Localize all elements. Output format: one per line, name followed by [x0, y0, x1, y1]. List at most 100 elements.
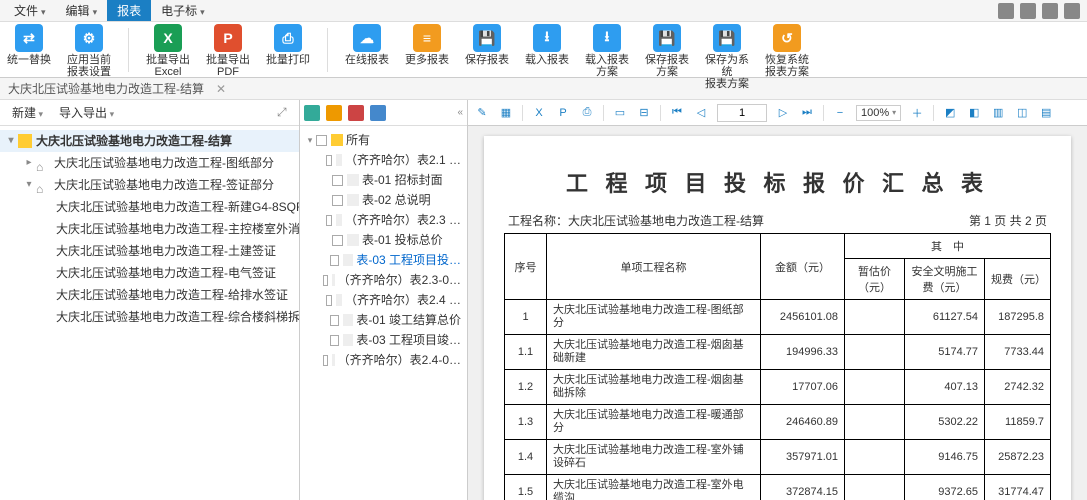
project-tree[interactable]: ▾大庆北压试验基地电力改造工程-结算▸⌂大庆北压试验基地电力改造工程-图纸部分▾… — [0, 126, 299, 500]
tree-node[interactable]: 大庆北压试验基地电力改造工程-新建G4-8SQF化… — [0, 196, 299, 218]
export-pdf-icon[interactable]: P — [555, 105, 571, 121]
zoom-select[interactable]: 100%▾ — [856, 105, 901, 121]
expand-icon[interactable]: ⤢ — [277, 105, 293, 121]
ribbon-在线报表[interactable]: ☁在线报表 — [344, 24, 390, 66]
report-item[interactable]: （齐齐哈尔）表2.4 … — [302, 290, 465, 310]
th-amount: 金额（元） — [761, 234, 845, 300]
report-item[interactable]: （齐齐哈尔）表2.3-0… — [302, 270, 465, 290]
report-item[interactable]: （齐齐哈尔）表2.4-0… — [302, 350, 465, 370]
project-tree-panel: 新建 导入导出 ⤢ ▾大庆北压试验基地电力改造工程-结算▸⌂大庆北压试验基地电力… — [0, 100, 300, 500]
report-item[interactable]: 表-01 招标封面 — [302, 170, 465, 190]
report-item[interactable]: 表-03 工程项目竣… — [302, 330, 465, 350]
table-row: 1.1大庆北压试验基地电力改造工程-烟囱基础新建194996.335174.77… — [505, 335, 1051, 370]
mid-toolbar: « — [300, 100, 467, 126]
close-tab-icon[interactable]: ✕ — [216, 82, 226, 96]
ribbon-批量导出[interactable]: P批量导出PDF — [205, 24, 251, 78]
ribbon-恢复系统[interactable]: ↺恢复系统报表方案 — [764, 24, 810, 78]
settings-icon[interactable] — [1020, 3, 1036, 19]
project-name-line: 工程名称：大庆北压试验基地电力改造工程-结算 — [508, 212, 764, 229]
menu-edit[interactable]: 编辑 — [56, 0, 108, 21]
tree-node[interactable]: 大庆北压试验基地电力改造工程-综合楼斜梯拆除… — [0, 306, 299, 328]
menu-file[interactable]: 文件 — [4, 0, 56, 21]
th-c3: 规费（元） — [985, 259, 1051, 300]
ribbon: ⇄统一替换 ⚙应用当前报表设置 X批量导出Excel P批量导出PDF ⎙批量打印 ☁在线… — [0, 22, 1087, 78]
first-page-icon[interactable]: ⏮ — [669, 105, 685, 121]
config-icon[interactable] — [370, 105, 386, 121]
tree-node[interactable]: 大庆北压试验基地电力改造工程-土建签证 — [0, 240, 299, 262]
header-footer-icon[interactable]: ⊟ — [636, 105, 652, 121]
preview-toolbar: ✎ ▦ X P ⎙ ▭ ⊟ ⏮ ◁ ▷ ⏭ − 100%▾ ＋ ◩ ◧ ▥ ◫ … — [468, 100, 1087, 126]
copy-icon[interactable] — [326, 105, 342, 121]
ribbon-更多报表[interactable]: ≡更多报表 — [404, 24, 450, 66]
delete-icon[interactable] — [348, 105, 364, 121]
report-item[interactable]: 表-02 总说明 — [302, 190, 465, 210]
document-tab-title[interactable]: 大庆北压试验基地电力改造工程-结算 — [8, 80, 204, 97]
th-name: 单项工程名称 — [547, 234, 761, 300]
ribbon-保存为系统[interactable]: 💾保存为系统报表方案 — [704, 24, 750, 90]
zoom-out-icon[interactable]: − — [832, 105, 848, 121]
tree-node[interactable]: ▾⌂大庆北压试验基地电力改造工程-签证部分 — [0, 174, 299, 196]
th-c2: 安全文明施工费（元） — [905, 259, 985, 300]
report-item[interactable]: 表-01 投标总价 — [302, 230, 465, 250]
report-item[interactable]: 表-03 工程项目投… — [302, 250, 465, 270]
next-page-icon[interactable]: ▷ — [775, 105, 791, 121]
tree-node[interactable]: 大庆北压试验基地电力改造工程-给排水签证 — [0, 284, 299, 306]
page-setup-icon[interactable]: ▭ — [612, 105, 628, 121]
help-icon[interactable] — [1042, 3, 1058, 19]
minimize-icon[interactable] — [1064, 3, 1080, 19]
collapse-panel-icon[interactable]: « — [457, 107, 463, 118]
report-table: 序号 单项工程名称 金额（元） 其 中 暂估价（元） 安全文明施工费（元） 规费… — [504, 233, 1051, 500]
ribbon-批量导出[interactable]: X批量导出Excel — [145, 24, 191, 78]
report-list-panel: « ▾所有（齐齐哈尔）表2.1 …表-01 招标封面表-02 总说明（齐齐哈尔）… — [300, 100, 468, 500]
ribbon-载入报表[interactable]: ⭳载入报表 — [524, 24, 570, 66]
report-root[interactable]: ▾所有 — [302, 130, 465, 150]
report-item[interactable]: （齐齐哈尔）表2.3 … — [302, 210, 465, 230]
import-export-button[interactable]: 导入导出 — [53, 102, 120, 123]
tree-node[interactable]: ▾大庆北压试验基地电力改造工程-结算 — [0, 130, 299, 152]
edit-icon[interactable]: ✎ — [474, 105, 490, 121]
table-row: 1.2大庆北压试验基地电力改造工程-烟囱基础拆除17707.06407.1327… — [505, 370, 1051, 405]
last-page-icon[interactable]: ⏭ — [799, 105, 815, 121]
prev-page-icon[interactable]: ◁ — [693, 105, 709, 121]
table-row: 1.5大庆北压试验基地电力改造工程-室外电缆沟372874.159372.653… — [505, 475, 1051, 500]
th-seq: 序号 — [505, 234, 547, 300]
table-row: 1.3大庆北压试验基地电力改造工程-暖通部分246460.895302.2211… — [505, 405, 1051, 440]
ribbon-保存报表[interactable]: 💾保存报表方案 — [644, 24, 690, 78]
th-sub: 其 中 — [845, 234, 1051, 259]
ribbon-应用当前[interactable]: ⚙应用当前报表设置 — [66, 24, 112, 78]
ribbon-载入报表[interactable]: ⭳载入报表方案 — [584, 24, 630, 78]
tool-d-icon[interactable]: ◫ — [1014, 105, 1030, 121]
left-toolbar: 新建 导入导出 ⤢ — [0, 100, 299, 126]
tool-b-icon[interactable]: ◧ — [966, 105, 982, 121]
preview-panel: ✎ ▦ X P ⎙ ▭ ⊟ ⏮ ◁ ▷ ⏭ − 100%▾ ＋ ◩ ◧ ▥ ◫ … — [468, 100, 1087, 500]
menubar: 文件 编辑 报表 电子标 — [0, 0, 1087, 22]
report-item[interactable]: 表-01 竣工结算总价 — [302, 310, 465, 330]
user-icon[interactable] — [998, 3, 1014, 19]
print-icon[interactable]: ⎙ — [579, 105, 595, 121]
zoom-in-icon[interactable]: ＋ — [909, 105, 925, 121]
tree-node[interactable]: 大庆北压试验基地电力改造工程-电气签证 — [0, 262, 299, 284]
page-info: 第 1 页 共 2 页 — [969, 212, 1047, 229]
add-icon[interactable] — [304, 105, 320, 121]
tool-c-icon[interactable]: ▥ — [990, 105, 1006, 121]
ribbon-保存报表[interactable]: 💾保存报表 — [464, 24, 510, 66]
ribbon-批量打印[interactable]: ⎙批量打印 — [265, 24, 311, 66]
tree-node[interactable]: 大庆北压试验基地电力改造工程-主控楼室外消防… — [0, 218, 299, 240]
tool-a-icon[interactable]: ◩ — [942, 105, 958, 121]
document-scroll[interactable]: 工 程 项 目 投 标 报 价 汇 总 表 工程名称：大庆北压试验基地电力改造工… — [468, 126, 1087, 500]
table-row: 1大庆北压试验基地电力改造工程-图纸部分2456101.0861127.5418… — [505, 300, 1051, 335]
design-icon[interactable]: ▦ — [498, 105, 514, 121]
new-button[interactable]: 新建 — [6, 102, 49, 123]
export-excel-icon[interactable]: X — [531, 105, 547, 121]
th-c1: 暂估价（元） — [845, 259, 905, 300]
tool-e-icon[interactable]: ▤ — [1038, 105, 1054, 121]
report-title: 工 程 项 目 投 标 报 价 汇 总 表 — [504, 166, 1051, 198]
ribbon-统一替换[interactable]: ⇄统一替换 — [6, 24, 52, 66]
report-item[interactable]: （齐齐哈尔）表2.1 … — [302, 150, 465, 170]
menu-ebid[interactable]: 电子标 — [151, 0, 215, 21]
tree-node[interactable]: ▸⌂大庆北压试验基地电力改造工程-图纸部分 — [0, 152, 299, 174]
report-list-tree[interactable]: ▾所有（齐齐哈尔）表2.1 …表-01 招标封面表-02 总说明（齐齐哈尔）表2… — [300, 126, 467, 500]
document-tab-bar: 大庆北压试验基地电力改造工程-结算 ✕ — [0, 78, 1087, 100]
menu-report[interactable]: 报表 — [107, 0, 151, 21]
page-number-input[interactable] — [717, 104, 767, 122]
